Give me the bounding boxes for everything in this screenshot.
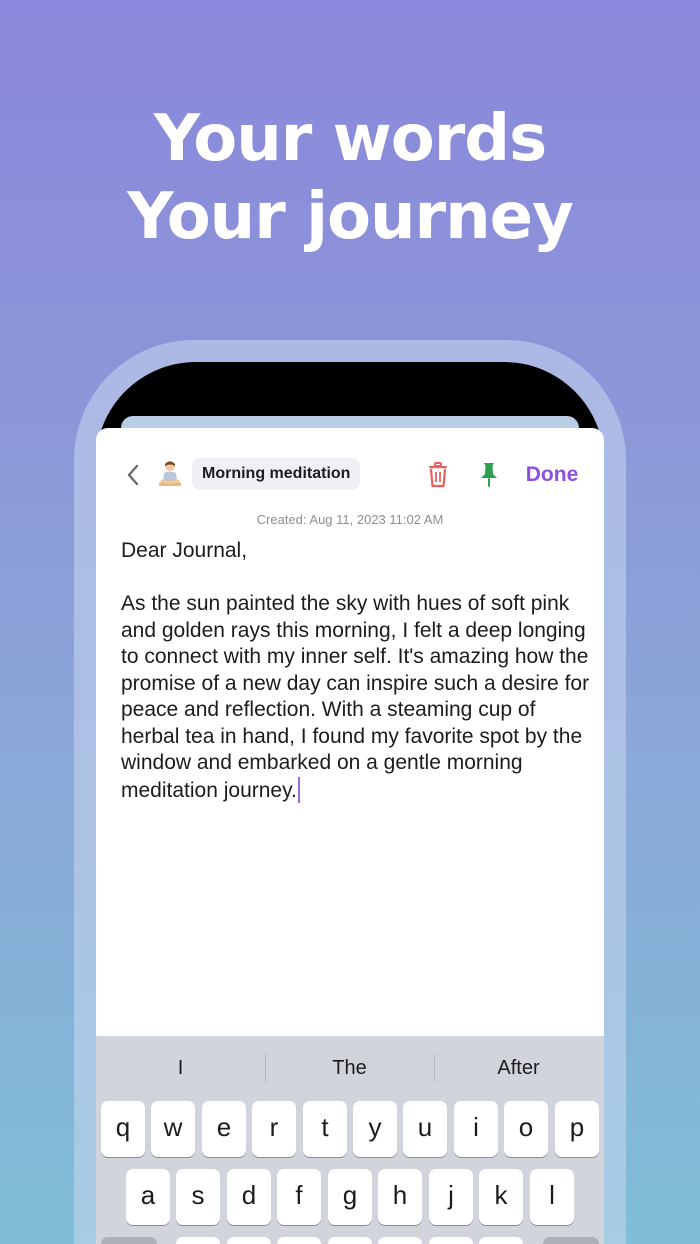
- key-q[interactable]: q: [101, 1101, 145, 1157]
- pin-icon: [481, 463, 497, 487]
- key-z[interactable]: [176, 1237, 220, 1244]
- key-d[interactable]: d: [227, 1169, 271, 1225]
- key-b[interactable]: [378, 1237, 422, 1244]
- key-i[interactable]: i: [454, 1101, 498, 1157]
- key-k[interactable]: k: [479, 1169, 523, 1225]
- key-f[interactable]: f: [277, 1169, 321, 1225]
- key-g[interactable]: g: [328, 1169, 372, 1225]
- pin-button[interactable]: [478, 461, 500, 489]
- entry-greeting: Dear Journal,: [121, 539, 248, 562]
- backspace-key[interactable]: [543, 1237, 599, 1244]
- headline-line-1: Your words: [153, 102, 547, 176]
- back-button[interactable]: [120, 460, 146, 490]
- key-w[interactable]: w: [151, 1101, 195, 1157]
- key-t[interactable]: t: [303, 1101, 347, 1157]
- key-n[interactable]: [429, 1237, 473, 1244]
- suggestion-3[interactable]: After: [434, 1052, 603, 1084]
- entry-title-pill[interactable]: Morning meditation: [192, 458, 361, 490]
- chevron-left-icon: [127, 464, 139, 486]
- entry-paragraph: As the sun painted the sky with hues of …: [121, 591, 591, 804]
- suggestion-bar: I The After: [96, 1036, 604, 1098]
- shift-key[interactable]: [101, 1237, 157, 1244]
- key-j[interactable]: j: [429, 1169, 473, 1225]
- trash-icon: [429, 462, 447, 488]
- suggestion-2[interactable]: The: [265, 1052, 434, 1084]
- journal-entry-screen: Morning meditation Done Created: Aug 11,…: [96, 428, 604, 1244]
- key-l[interactable]: l: [530, 1169, 574, 1225]
- headline: Your words Your journey: [0, 100, 700, 256]
- key-r[interactable]: r: [252, 1101, 296, 1157]
- text-caret: [297, 776, 300, 803]
- key-m[interactable]: [479, 1237, 523, 1244]
- key-o[interactable]: o: [504, 1101, 548, 1157]
- key-y[interactable]: y: [353, 1101, 397, 1157]
- done-button[interactable]: Done: [522, 460, 582, 490]
- key-a[interactable]: a: [126, 1169, 170, 1225]
- key-s[interactable]: s: [176, 1169, 220, 1225]
- meditation-person-icon[interactable]: [156, 459, 184, 489]
- created-timestamp: Created: Aug 11, 2023 11:02 AM: [256, 512, 444, 527]
- delete-button[interactable]: [426, 461, 450, 489]
- entry-nav-bar: Morning meditation Done: [96, 450, 604, 500]
- suggestion-1[interactable]: I: [96, 1052, 265, 1084]
- key-h[interactable]: h: [378, 1169, 422, 1225]
- entry-paragraph-text: As the sun painted the sky with hues of …: [121, 592, 590, 802]
- key-c[interactable]: [277, 1237, 321, 1244]
- keyboard: I The After q w e r t y u i o p a s d f …: [96, 1036, 604, 1244]
- entry-body-editor[interactable]: Dear Journal, As the sun painted the sky…: [121, 538, 591, 804]
- key-u[interactable]: u: [403, 1101, 447, 1157]
- key-e[interactable]: e: [202, 1101, 246, 1157]
- headline-line-2: Your journey: [127, 180, 574, 254]
- key-x[interactable]: [227, 1237, 271, 1244]
- key-p[interactable]: p: [555, 1101, 599, 1157]
- key-v[interactable]: [328, 1237, 372, 1244]
